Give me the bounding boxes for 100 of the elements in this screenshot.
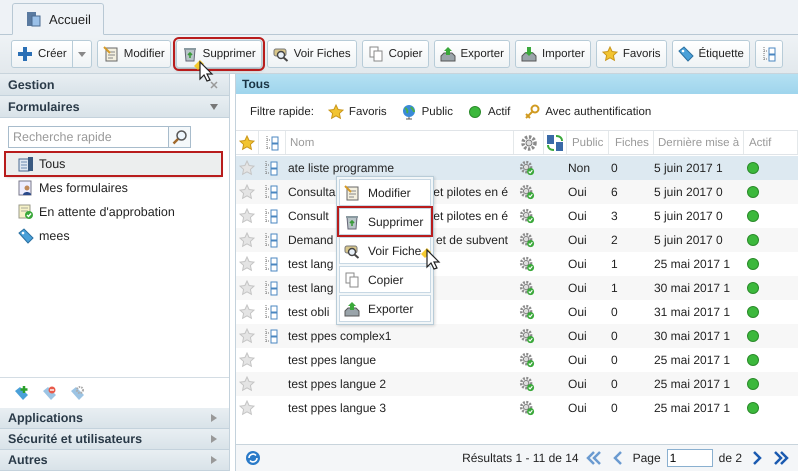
notepad-icon: [102, 46, 119, 62]
table-cell: Non: [568, 161, 590, 175]
toolbar-button[interactable]: Créer: [11, 40, 73, 68]
star-icon[interactable]: [239, 280, 255, 296]
star-icon: [602, 46, 618, 62]
table-cell: 31 mai 2017 1: [654, 305, 730, 319]
double-chevron-right-icon: [772, 449, 790, 467]
table-cell: test ppes langue 3: [288, 401, 386, 415]
section-title: Sécurité et utilisateurs: [8, 432, 142, 446]
star-icon: [239, 134, 255, 150]
export-icon: [440, 46, 456, 62]
table-cell: 25 mai 2017 1: [654, 401, 730, 415]
star-icon[interactable]: [239, 376, 255, 392]
tree-item[interactable]: mees: [6, 225, 221, 247]
gear-icon: [518, 328, 534, 344]
star-icon[interactable]: [239, 304, 255, 320]
panel-title: Tous: [236, 74, 798, 94]
star-icon: [328, 104, 344, 120]
tag-add-icon[interactable]: [14, 385, 30, 401]
page-field[interactable]: 1: [666, 449, 713, 467]
section-header[interactable]: Applications: [0, 408, 229, 429]
toolbar-button[interactable]: Copier: [362, 40, 429, 68]
trash-icon: [344, 214, 360, 230]
tree-icon: [760, 46, 777, 62]
star-icon[interactable]: [239, 232, 255, 248]
filter-option[interactable]: Actif: [466, 104, 510, 120]
toolbar-button[interactable]: Étiquette: [672, 40, 750, 68]
tree-view-button[interactable]: [754, 40, 783, 68]
table-cell: 30 mai 2017 1: [654, 281, 730, 295]
dropdown-button[interactable]: [72, 40, 92, 68]
key-icon: [524, 104, 540, 120]
section-header[interactable]: Sécurité et utilisateurs: [0, 429, 229, 450]
star-icon[interactable]: [239, 328, 255, 344]
last-page-button[interactable]: [772, 449, 790, 467]
menu-item[interactable]: Voir Fiche: [339, 237, 431, 264]
table-cell: test ppes langue: [288, 353, 376, 367]
close-icon[interactable]: [209, 80, 219, 90]
star-icon[interactable]: [239, 256, 255, 272]
filter-option[interactable]: Avec authentification: [524, 104, 652, 120]
menu-item[interactable]: Copier: [339, 266, 431, 293]
export-icon: [344, 300, 360, 316]
menu-item[interactable]: Supprimer: [339, 208, 431, 235]
gear-icon: [518, 304, 534, 320]
section-title: Applications: [8, 411, 84, 425]
first-page-button[interactable]: [584, 449, 603, 467]
toolbar-button[interactable]: Supprimer: [176, 40, 262, 68]
page-label: Page: [632, 451, 661, 465]
refresh-button[interactable]: [244, 449, 262, 467]
table-cell: 25 mai 2017 1: [654, 353, 730, 367]
caret-icon[interactable]: [209, 102, 219, 112]
star-icon[interactable]: [239, 160, 255, 176]
gear-icon: [518, 280, 534, 296]
table-cell: 3: [611, 209, 618, 223]
star-icon[interactable]: [239, 352, 255, 368]
section-title: Autres: [8, 453, 48, 467]
table-cell: et de subvent: [436, 233, 508, 247]
tree-item[interactable]: Mes formulaires: [6, 177, 221, 199]
tree-item[interactable]: En attente d'approbation: [6, 201, 221, 223]
section-header[interactable]: Gestion: [0, 74, 229, 96]
table-cell: 0: [611, 353, 618, 367]
table-cell: Oui: [568, 353, 587, 367]
tree-item[interactable]: Tous: [6, 153, 221, 175]
table-cell: Consult: [288, 209, 329, 223]
table-cell: et pilotes en é: [433, 185, 508, 199]
toolbar-button[interactable]: Favoris: [596, 40, 667, 68]
star-icon[interactable]: [239, 208, 255, 224]
tag-settings-icon[interactable]: [70, 385, 86, 401]
star-icon[interactable]: [239, 184, 255, 200]
tag-icon: [18, 228, 34, 244]
gear-icon: [518, 208, 534, 224]
status-dot-icon: [466, 104, 483, 120]
table-cell: Oui: [568, 401, 587, 415]
tag-remove-icon[interactable]: [42, 385, 58, 401]
gear-icon: [518, 256, 534, 272]
toolbar-button[interactable]: Modifier: [96, 40, 171, 68]
table-cell: 25 mai 2017 1: [654, 377, 730, 391]
table-cell: Oui: [568, 233, 587, 247]
gear-icon: [518, 400, 534, 416]
table-cell: Oui: [568, 377, 587, 391]
toolbar-button[interactable]: Exporter: [434, 40, 510, 68]
trash-icon: [182, 46, 198, 62]
section-header[interactable]: Formulaires: [0, 96, 229, 118]
server-icon: [25, 11, 41, 27]
menu-item[interactable]: Exporter: [339, 295, 431, 322]
globe-icon: [400, 104, 417, 120]
toolbar-button[interactable]: Voir Fiches: [266, 40, 357, 68]
table-cell: 0: [611, 329, 618, 343]
filter-option[interactable]: Public: [400, 104, 453, 120]
search-field[interactable]: Recherche rapide: [8, 126, 169, 148]
section-header[interactable]: Autres: [0, 450, 229, 471]
star-icon[interactable]: [239, 400, 255, 416]
home-tab[interactable]: Accueil: [12, 3, 104, 35]
toolbar-button[interactable]: Importer: [514, 40, 591, 68]
section-title: Formulaires: [8, 100, 80, 114]
menu-item[interactable]: Modifier: [339, 179, 431, 206]
table-cell: test lang: [288, 281, 334, 295]
table-cell: 25 mai 2017 1: [654, 257, 730, 271]
tag-icon: [678, 46, 694, 62]
filter-option[interactable]: Favoris: [328, 104, 387, 120]
search-button[interactable]: [169, 126, 191, 148]
